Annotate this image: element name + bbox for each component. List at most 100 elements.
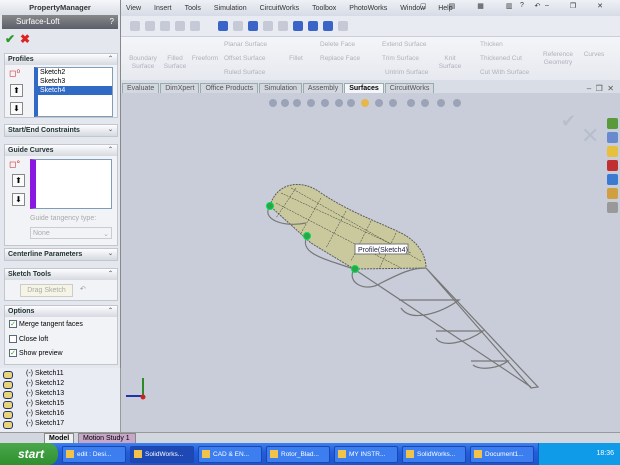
tree-item[interactable]: (-) Sketch13 [0,389,120,399]
menu-tools[interactable]: Tools [185,5,201,12]
thickened-cut-button[interactable]: Thickened Cut [480,55,522,62]
fillet-button[interactable]: Fillet [286,55,306,63]
curves-button[interactable]: Curves [580,51,608,59]
options-header[interactable]: Options ⌃ [5,306,117,317]
ok-button[interactable]: ✔ [5,32,15,46]
freeform-button[interactable]: Freeform [190,55,220,63]
tab-circuitworks[interactable]: CircuitWorks [384,83,435,93]
new-icon[interactable]: ▢ [420,2,427,10]
tab-evaluate[interactable]: Evaluate [122,83,160,93]
menu-photoworks[interactable]: PhotoWorks [349,5,387,12]
custom-properties-icon[interactable] [606,202,618,213]
guide-curves-list[interactable] [30,159,112,209]
filled-surface-button[interactable]: Filled Surface [162,55,188,71]
taskbar-item[interactable]: SolidWorks... [402,445,466,463]
tree-item[interactable]: (-) Sketch16 [0,409,120,419]
toolbar-icon[interactable] [190,21,200,31]
toolbar-icon[interactable] [175,21,185,31]
minimize-icon[interactable]: – [545,2,549,10]
toolbar-icon[interactable] [145,21,155,31]
show-preview-checkbox[interactable]: ✓ Show preview [9,349,63,357]
taskbar-item[interactable]: Document1... [470,445,534,463]
save-icon[interactable]: ▦ [477,2,484,10]
viewport-window-controls[interactable]: – ❐ ✕ [587,84,614,93]
tree-item[interactable]: (-) Sketch15 [0,399,120,409]
merge-tangent-faces-checkbox[interactable]: ✓ Merge tangent faces [9,320,83,328]
ruled-surface-button[interactable]: Ruled Surface [224,69,265,76]
offset-surface-button[interactable]: Offset Surface [224,55,265,62]
profiles-list[interactable]: Sketch2 Sketch3 Sketch4 [34,67,113,117]
taskbar-item-active[interactable]: SolidWorks... [130,445,194,463]
design-library-icon[interactable] [606,132,618,143]
open-icon[interactable]: ▤ [449,2,456,10]
profiles-header[interactable]: Profiles ⌃ [5,54,117,65]
reference-geometry-button[interactable]: Reference Geometry [538,51,578,67]
move-up-button[interactable]: ⬆ [10,84,23,97]
tree-item[interactable]: (-) Sketch17 [0,419,120,429]
guide-up-button[interactable]: ⬆ [12,174,25,187]
knit-surface-button[interactable]: Knit Surface [438,55,462,71]
close-loft-checkbox[interactable]: Close loft [9,335,48,343]
menu-circuitworks[interactable]: CircuitWorks [260,5,300,12]
taskbar-item[interactable]: edit : Desi... [62,445,126,463]
profile-item[interactable]: Sketch2 [38,68,112,77]
menu-insert[interactable]: Insert [154,5,172,12]
start-button[interactable]: start [0,443,58,465]
zoom-icon[interactable] [338,21,348,31]
close-icon[interactable]: ✕ [597,2,603,10]
tab-office-products[interactable]: Office Products [200,83,259,93]
toolbar-icon[interactable] [130,21,140,31]
start-end-header[interactable]: Start/End Constraints ⌄ [5,125,117,136]
boundary-surface-button[interactable]: Boundary Surface [126,55,160,71]
guide-down-button[interactable]: ⬇ [12,193,25,206]
undo-sketch-icon[interactable]: ↶ [80,285,86,293]
tab-assembly[interactable]: Assembly [302,83,344,93]
toolbar-icon[interactable] [263,21,273,31]
tree-item[interactable]: (-) Sketch12 [0,379,120,389]
delete-face-button[interactable]: Delete Face [320,41,355,48]
taskbar-item[interactable]: MY INSTR... [334,445,398,463]
untrim-surface-button[interactable]: Untrim Surface [385,69,428,76]
extend-surface-button[interactable]: Extend Surface [382,41,426,48]
sketch-icon[interactable] [218,21,228,31]
view-icon[interactable] [308,21,318,31]
tab-simulation[interactable]: Simulation [259,83,302,93]
guide-curves-header[interactable]: Guide Curves ⌃ [5,145,117,156]
view-cube-icon[interactable] [248,21,258,31]
rotate-icon[interactable] [293,21,303,31]
restore-icon[interactable]: ❐ [570,2,576,10]
help-button[interactable]: ? [110,15,114,29]
view-palette-icon[interactable] [606,174,618,185]
profile-callout[interactable]: Profile(Sketch4) [358,247,408,254]
centerline-header[interactable]: Centerline Parameters ⌄ [5,249,117,260]
toolbar-icon[interactable] [233,21,243,31]
file-explorer-icon[interactable] [606,146,618,157]
taskbar-item[interactable]: Rotor_Blad... [266,445,330,463]
replace-face-button[interactable]: Replace Face [320,55,360,62]
appearances-icon[interactable] [606,188,618,199]
menu-view[interactable]: View [126,5,141,12]
cancel-button[interactable]: ✖ [20,32,30,46]
tab-surfaces[interactable]: Surfaces [344,83,384,93]
guide-tangency-select[interactable]: None ⌄ [30,227,112,239]
taskbar-item[interactable]: CAD & EN... [198,445,262,463]
graphics-viewport[interactable]: ✔ ✕ Profile(Sketch4) [121,93,604,432]
trim-surface-button[interactable]: Trim Surface [382,55,419,62]
help-icon[interactable]: ? [520,2,524,10]
profile-item[interactable]: Sketch3 [38,77,112,86]
profile-item-selected[interactable]: Sketch4 [38,86,112,95]
resources-icon[interactable] [606,118,618,129]
move-down-button[interactable]: ⬇ [10,102,23,115]
sketch-tools-header[interactable]: Sketch Tools ⌃ [5,269,117,280]
toolbar-icon[interactable] [160,21,170,31]
pan-icon[interactable] [323,21,333,31]
menu-toolbox[interactable]: Toolbox [312,5,336,12]
thicken-button[interactable]: Thicken [480,41,503,48]
cut-with-surface-button[interactable]: Cut With Surface [480,69,529,76]
menu-simulation[interactable]: Simulation [214,5,247,12]
planar-surface-button[interactable]: Planar Surface [224,41,267,48]
search-icon[interactable] [606,160,618,171]
print-icon[interactable]: ▥ [506,2,513,10]
toolbar-icon[interactable] [278,21,288,31]
drag-sketch-button[interactable]: Drag Sketch [20,284,73,297]
